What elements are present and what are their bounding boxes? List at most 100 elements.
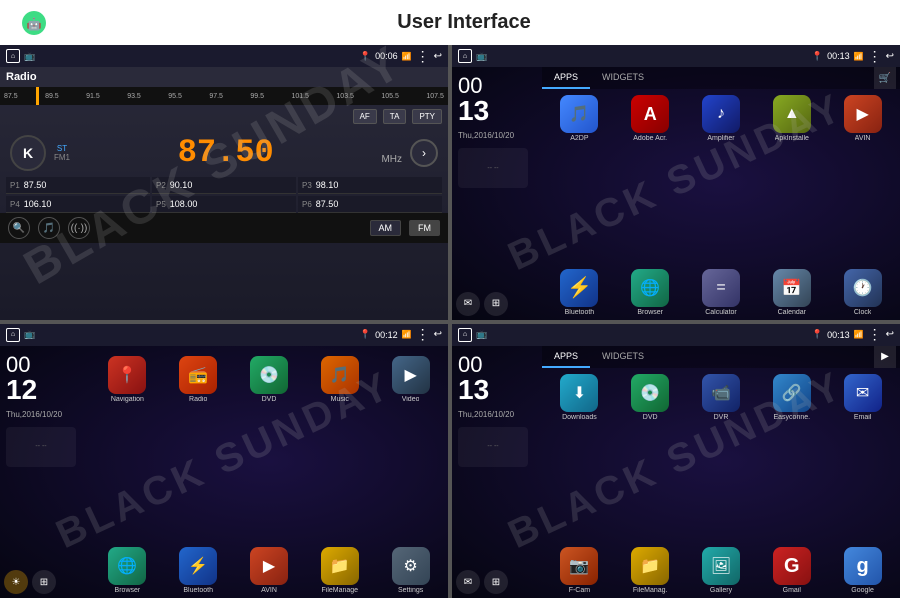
k-circle: K [10, 135, 46, 171]
app-dvd1[interactable]: 💿 DVD [236, 356, 303, 542]
mhz-label: MHz [381, 154, 402, 171]
clock-time-1: 00 13 [458, 75, 536, 125]
freq-indicator [36, 87, 39, 105]
home-more[interactable]: ⋮ [416, 326, 430, 343]
apps2-inner: 00 13 Thu,2016/10/20 -- -- ✉ ⊞ APPS [452, 346, 900, 598]
bottom-icons-home: ☀ ⊞ [4, 570, 56, 594]
tab-apps-2[interactable]: APPS [542, 346, 590, 368]
am-button[interactable]: AM [370, 220, 402, 236]
search-circle[interactable]: 🔍 [8, 217, 30, 239]
mail-icon-2[interactable]: ✉ [456, 570, 480, 594]
home-home-btn[interactable]: ⌂ [6, 328, 20, 342]
app-icons-row1: 🎵 A2DP A Adobe Acr. ♪ Amplifier ▲ ApkIns… [542, 89, 900, 269]
app-browser1[interactable]: 🌐 Browser [617, 269, 684, 316]
preset-6[interactable]: P6 87.50 [298, 196, 442, 213]
apps2-more[interactable]: ⋮ [868, 326, 882, 343]
app-fcam[interactable]: 📷 F-Cam [546, 547, 613, 594]
apps1-inner: 00 13 Thu,2016/10/20 -- -- ✉ ⊞ APPS [452, 67, 900, 320]
apps1-back[interactable]: ↩ [886, 51, 894, 62]
app-amplifier[interactable]: ♪ Amplifier [688, 95, 755, 263]
app-bluetooth2[interactable]: ⚡ Bluetooth [165, 547, 232, 594]
more-icon[interactable]: ⋮ [416, 48, 430, 65]
app-avin2[interactable]: ▶ AVIN [236, 547, 303, 594]
apps1-more[interactable]: ⋮ [868, 48, 882, 65]
preset-5[interactable]: P5 108.00 [152, 196, 296, 213]
app-a2dp[interactable]: 🎵 A2DP [546, 95, 613, 263]
app-downloads[interactable]: ⬇ Downloads [546, 374, 613, 542]
apps1-home-btn[interactable]: ⌂ [458, 49, 472, 63]
fm-button[interactable]: FM [409, 220, 440, 236]
app-navigation[interactable]: 📍 Navigation [94, 356, 161, 542]
app-clock[interactable]: 🕐 Clock [829, 269, 896, 316]
app-gallery[interactable]: 🖼 Gallery [688, 547, 755, 594]
app-bluetooth1[interactable]: ⚡ Bluetooth [546, 269, 613, 316]
store-icon-1[interactable]: 🛒 [874, 67, 896, 89]
apps2-back[interactable]: ↩ [886, 329, 894, 340]
fcam-icon: 📷 [560, 547, 598, 585]
freq-display: 87.50 [78, 134, 373, 171]
apps2-row2: 📷 F-Cam 📁 FileManag. 🖼 Gallery G Gmail [542, 547, 900, 598]
ta-button[interactable]: TA [383, 109, 407, 124]
next-btn[interactable]: › [410, 139, 438, 167]
back-icon[interactable]: ↩ [434, 51, 442, 62]
apps2-status-bar: ⌂ 📺 📍 00:13 📶 ⋮ ↩ [452, 324, 900, 346]
clock-date-home: Thu,2016/10/20 [6, 410, 84, 419]
grid-icon-home[interactable]: ⊞ [32, 570, 56, 594]
app-google[interactable]: g Google [829, 547, 896, 594]
radio-time: 00:06 [375, 51, 398, 61]
apps2-time: 00:13 [827, 330, 850, 340]
preset-4[interactable]: P4 106.10 [6, 196, 150, 213]
app-gmail[interactable]: G Gmail [758, 547, 825, 594]
af-button[interactable]: AF [353, 109, 377, 124]
home-back[interactable]: ↩ [434, 329, 442, 340]
preset-3[interactable]: P3 98.10 [298, 177, 442, 194]
app-filemanager2[interactable]: 📁 FileManag. [617, 547, 684, 594]
app-video[interactable]: ▶ Video [377, 356, 444, 542]
radio-title: Radio [6, 71, 442, 83]
apps2-home-btn[interactable]: ⌂ [458, 328, 472, 342]
preset-1[interactable]: P1 87.50 [6, 177, 150, 194]
store-icon-2[interactable]: ▶ [874, 346, 896, 368]
radio-main: K ST FM1 87.50 MHz › [0, 128, 448, 177]
app-calendar[interactable]: 📅 Calendar [758, 269, 825, 316]
navigation-icon: 📍 [108, 356, 146, 394]
app-adobe[interactable]: A Adobe Acr. [617, 95, 684, 263]
preset-2[interactable]: P2 90.10 [152, 177, 296, 194]
tab-apps-1[interactable]: APPS [542, 67, 590, 89]
app-avin1[interactable]: ▶ AVIN [829, 95, 896, 263]
mail-icon-1[interactable]: ✉ [456, 292, 480, 316]
app-dvr[interactable]: 📹 DVR [688, 374, 755, 542]
calculator-icon: = [702, 269, 740, 307]
apps2-signal: 📶 [854, 330, 864, 339]
grid-icon-1[interactable]: ⊞ [484, 292, 508, 316]
grid-icon-2[interactable]: ⊞ [484, 570, 508, 594]
app-radio[interactable]: 📻 Radio [165, 356, 232, 542]
weather-widget-2: -- -- [458, 427, 528, 467]
sun-icon-home[interactable]: ☀ [4, 570, 28, 594]
app-email[interactable]: ✉ Email [829, 374, 896, 542]
apps1-time: 00:13 [827, 51, 850, 61]
app-filemanager1[interactable]: 📁 FileManage [306, 547, 373, 594]
app-music[interactable]: 🎵 Music [306, 356, 373, 542]
tab-widgets-2[interactable]: WIDGETS [590, 346, 656, 368]
home-gps-icon: 📍 [360, 329, 371, 340]
video-icon: ▶ [392, 356, 430, 394]
scan-circle[interactable]: ((·)) [68, 217, 90, 239]
home-status-bar: ⌂ 📺 📍 00:12 📶 ⋮ ↩ [0, 324, 448, 346]
app-calculator[interactable]: = Calculator [688, 269, 755, 316]
app-browser2[interactable]: 🌐 Browser [94, 547, 161, 594]
home-btn[interactable]: ⌂ [6, 49, 20, 63]
apps-tabs-1: APPS WIDGETS 🛒 [542, 67, 900, 89]
browser2-icon: 🌐 [108, 547, 146, 585]
app-apkinstaller[interactable]: ▲ ApkInstalle [758, 95, 825, 263]
pty-button[interactable]: PTY [412, 109, 442, 124]
amplifier-icon: ♪ [702, 95, 740, 133]
weather-widget-home: -- -- [6, 427, 76, 467]
clock-time-home: 00 12 [6, 354, 84, 404]
tab-widgets-1[interactable]: WIDGETS [590, 67, 656, 89]
audio-circle[interactable]: 🎵 [38, 217, 60, 239]
apps-panel-2: BLACK SUNDAY ⌂ 📺 📍 00:13 📶 ⋮ ↩ 00 13 [452, 324, 900, 598]
app-settings[interactable]: ⚙ Settings [377, 547, 444, 594]
app-easyconnect[interactable]: 🔗 Easyconne. [758, 374, 825, 542]
app-dvd2[interactable]: 💿 DVD [617, 374, 684, 542]
